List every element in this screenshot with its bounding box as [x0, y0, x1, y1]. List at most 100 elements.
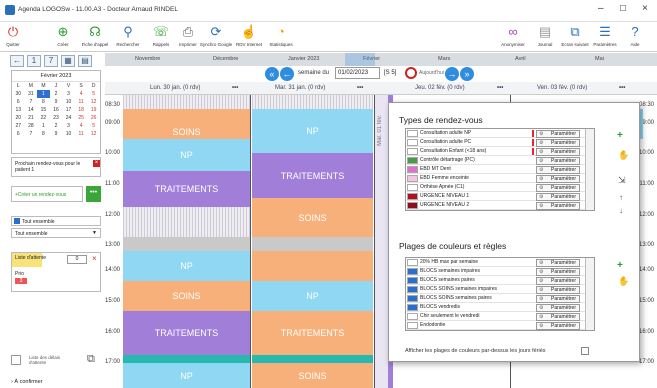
more-icon[interactable]: •••: [497, 85, 503, 91]
param-button[interactable]: ⚙ Paramètrer: [536, 303, 580, 312]
calendar-day[interactable]: 25: [75, 114, 88, 122]
close-icon[interactable]: ×: [92, 254, 97, 263]
calendar-day[interactable]: 3: [62, 90, 75, 98]
calendar-day[interactable]: 1: [37, 122, 50, 130]
day-header[interactable]: Mar. 31 jan. (0 rdv): [275, 85, 325, 91]
calendar-day[interactable]: 10: [62, 130, 75, 138]
move-up-icon[interactable]: ↑: [619, 193, 623, 202]
hand-icon[interactable]: ✋: [618, 150, 629, 161]
day-header[interactable]: Lun. 30 jan. (0 rdv): [150, 85, 200, 91]
lunch-block[interactable]: [252, 237, 373, 251]
filter-dropdown[interactable]: Tout ensemble ▼: [11, 228, 101, 238]
calendar-day[interactable]: 31: [25, 90, 38, 98]
calendar-day[interactable]: 18: [75, 106, 88, 114]
urgence-block[interactable]: [123, 355, 250, 363]
param-button[interactable]: ⚙ Paramètrer: [536, 192, 580, 201]
scrollbar[interactable]: [585, 129, 594, 210]
param-button[interactable]: ⚙ Paramètrer: [536, 138, 580, 147]
month-label[interactable]: Mars: [438, 56, 450, 62]
list-item[interactable]: EBD MT Dent ⚙ Paramètrer: [406, 165, 594, 174]
param-button[interactable]: ⚙ Paramètrer: [536, 258, 580, 267]
list-item[interactable]: Consultation adulte NP ⚙ Paramètrer: [406, 129, 594, 138]
month-label[interactable]: Avril: [515, 56, 526, 62]
more-icon[interactable]: •••: [619, 85, 625, 91]
calendar-day[interactable]: 4: [75, 122, 88, 130]
calendar-day[interactable]: 27: [12, 122, 25, 130]
close-icon[interactable]: ×: [642, 3, 648, 14]
calendar-day[interactable]: 7: [25, 98, 38, 106]
day-header[interactable]: Jeu. 02 fév. (0 rdv): [415, 85, 465, 91]
np-block[interactable]: NP: [123, 139, 250, 171]
calendar-day[interactable]: 4: [75, 90, 88, 98]
calendar-day[interactable]: 6: [12, 98, 25, 106]
filter-all[interactable]: Tout ensemble: [11, 216, 101, 226]
list-item[interactable]: Endodontie ⚙ Paramètrer: [406, 321, 594, 330]
param-button[interactable]: ⚙ Paramètrer: [536, 294, 580, 303]
grid-view-button[interactable]: ▤: [78, 55, 92, 67]
day-header[interactable]: Ven. 03 fév. (0 rdv): [537, 85, 587, 91]
today-icon[interactable]: [405, 67, 417, 79]
calendar-day[interactable]: 20: [12, 114, 25, 122]
calendar-day[interactable]: 5: [87, 90, 100, 98]
grid-icon[interactable]: [11, 355, 21, 365]
previous-day-button[interactable]: ←: [280, 67, 294, 81]
friday-block[interactable]: [640, 109, 643, 139]
more-button[interactable]: •••: [86, 186, 101, 202]
month-label[interactable]: Décembre: [213, 56, 238, 62]
windows-icon[interactable]: ⧉: [87, 353, 95, 366]
param-button[interactable]: ⚙ Paramètrer: [536, 174, 580, 183]
week-date-field[interactable]: 01/02/2023: [335, 67, 380, 79]
calendar-day[interactable]: 28: [25, 122, 38, 130]
list-item[interactable]: Chir seulement le vendredi ⚙ Paramètrer: [406, 312, 594, 321]
next-week-button[interactable]: »: [460, 67, 474, 81]
traitements-block[interactable]: TRAITEMENTS: [123, 171, 250, 207]
list-item[interactable]: BLOCS vendredis ⚙ Paramètrer: [406, 303, 594, 312]
lunch-block[interactable]: [123, 237, 250, 251]
delay-list-link[interactable]: Liste des délais d'attente: [29, 355, 69, 365]
month-view-button[interactable]: ▦: [61, 55, 75, 67]
more-icon[interactable]: •••: [357, 85, 363, 91]
free-slot[interactable]: [123, 207, 250, 237]
calendar-day[interactable]: 13: [12, 106, 25, 114]
add-type-button[interactable]: +: [617, 130, 623, 141]
calendar-day[interactable]: 24: [62, 114, 75, 122]
calendar-day[interactable]: 1: [37, 90, 50, 98]
traitements-block[interactable]: TRAITEMENTS: [123, 311, 250, 355]
month-label[interactable]: Novembre: [135, 56, 160, 62]
param-button[interactable]: ⚙ Paramètrer: [536, 267, 580, 276]
list-item[interactable]: Contrôle détartrage (PC) ⚙ Paramètrer: [406, 156, 594, 165]
calendar-day[interactable]: 16: [50, 106, 63, 114]
traitements-block[interactable]: TRAITEMENTS: [252, 311, 373, 355]
np-block[interactable]: NP: [123, 363, 250, 388]
confirm-section[interactable]: › À confirmer: [11, 379, 43, 385]
week-view-button[interactable]: 7: [44, 55, 58, 67]
day-view-button[interactable]: 1: [27, 55, 41, 67]
calendar-day[interactable]: 3: [62, 122, 75, 130]
waitlist-count[interactable]: 0: [67, 255, 87, 264]
soins-block[interactable]: SOINS: [123, 281, 250, 311]
calendar-day[interactable]: 2: [50, 90, 63, 98]
toolbar-button-power[interactable]: ⏻ Quitter: [0, 24, 32, 47]
param-button[interactable]: ⚙ Paramètrer: [536, 285, 580, 294]
free-slot[interactable]: [123, 95, 250, 109]
calendar-day[interactable]: 30: [12, 90, 25, 98]
calendar-day[interactable]: 11: [75, 130, 88, 138]
list-item[interactable]: Orthèse Apnée (C1) ⚙ Paramètrer: [406, 183, 594, 192]
soins-block[interactable]: SOINS: [252, 198, 373, 238]
calendar-day[interactable]: 7: [25, 130, 38, 138]
calendar-day[interactable]: 26: [87, 114, 100, 122]
list-item[interactable]: BLOCS semaines impaires ⚙ Paramètrer: [406, 267, 594, 276]
param-button[interactable]: ⚙ Paramètrer: [536, 156, 580, 165]
param-button[interactable]: ⚙ Paramètrer: [536, 183, 580, 192]
list-item[interactable]: BLOCS SOINS semaines impaires ⚙ Paramètrer: [406, 285, 594, 294]
hand-icon[interactable]: ✋: [618, 276, 629, 287]
calendar-day[interactable]: 8: [37, 98, 50, 106]
list-item[interactable]: URGENCE NIVEAU 2 ⚙ Paramètrer: [406, 201, 594, 210]
traitements-block[interactable]: TRAITEMENTS: [252, 153, 373, 198]
list-item[interactable]: EBD Femme enceinte ⚙ Paramètrer: [406, 174, 594, 183]
calendar-day[interactable]: 9: [50, 98, 63, 106]
maximize-icon[interactable]: □: [620, 3, 626, 14]
next-day-button[interactable]: →: [445, 67, 459, 81]
calendar-day[interactable]: 9: [50, 130, 63, 138]
toolbar-button-pie-chart[interactable]: ◔ Statistiques: [262, 24, 300, 47]
